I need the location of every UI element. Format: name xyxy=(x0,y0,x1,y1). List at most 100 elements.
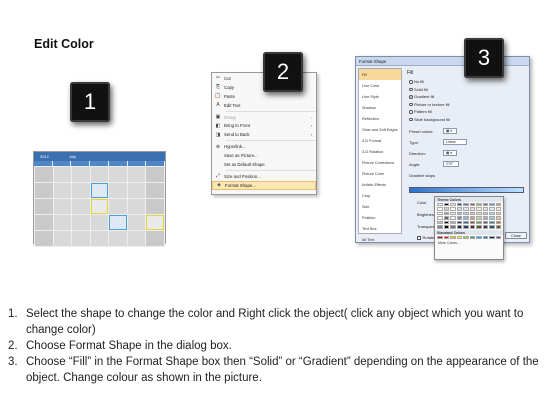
color-swatch[interactable] xyxy=(482,216,488,220)
sidebar-item[interactable]: Reflection xyxy=(359,113,401,124)
color-swatch[interactable] xyxy=(482,236,488,240)
menu-item[interactable]: A Edit Text xyxy=(212,101,316,110)
color-swatch[interactable] xyxy=(450,202,456,206)
color-swatch[interactable] xyxy=(476,202,482,206)
color-swatch[interactable] xyxy=(469,236,475,240)
color-swatch[interactable] xyxy=(482,225,488,229)
menu-item[interactable]: ◨ Send to Back › xyxy=(212,130,316,139)
direction-dropdown[interactable]: ▦ ▾ xyxy=(443,150,457,156)
gradient-stops-bar[interactable] xyxy=(409,187,524,193)
color-swatch[interactable] xyxy=(489,225,495,229)
sidebar-item[interactable]: 3-D Format xyxy=(359,135,401,146)
sidebar-item[interactable]: 3-D Rotation xyxy=(359,146,401,157)
color-swatch[interactable] xyxy=(489,216,495,220)
type-select[interactable]: Linear xyxy=(443,139,467,145)
fill-option-radio[interactable]: Picture or texture fill xyxy=(409,102,449,107)
color-swatch[interactable] xyxy=(476,225,482,229)
sidebar-item[interactable]: Glow and Soft Edges xyxy=(359,124,401,135)
color-swatch[interactable] xyxy=(437,207,443,211)
sidebar-item[interactable]: Size xyxy=(359,201,401,212)
color-swatch[interactable] xyxy=(437,220,443,225)
color-swatch[interactable] xyxy=(443,225,449,229)
color-swatch[interactable] xyxy=(437,216,443,220)
fill-option-radio[interactable]: Pattern fill xyxy=(409,109,432,114)
sidebar-item[interactable]: Artistic Effects xyxy=(359,179,401,190)
color-swatch[interactable] xyxy=(482,220,488,225)
color-swatch[interactable] xyxy=(456,211,462,216)
menu-item[interactable]: 📋 Paste xyxy=(212,92,316,101)
color-swatch[interactable] xyxy=(482,207,488,211)
color-swatch[interactable] xyxy=(469,202,475,206)
color-swatch[interactable] xyxy=(443,220,449,225)
color-swatch[interactable] xyxy=(437,236,443,240)
color-swatch[interactable] xyxy=(463,216,469,220)
color-swatch[interactable] xyxy=(489,207,495,211)
menu-item[interactable]: ⤢ Size and Position... xyxy=(212,172,316,181)
color-swatch[interactable] xyxy=(489,220,495,225)
menu-item[interactable]: Set as Default Shape xyxy=(212,160,316,169)
color-swatch[interactable] xyxy=(476,207,482,211)
color-swatch[interactable] xyxy=(456,220,462,225)
color-swatch[interactable] xyxy=(463,220,469,225)
color-swatch[interactable] xyxy=(450,207,456,211)
color-swatch[interactable] xyxy=(489,202,495,206)
sidebar-item[interactable]: Fill xyxy=(359,69,401,80)
color-swatch[interactable] xyxy=(443,211,449,216)
color-swatch[interactable] xyxy=(469,207,475,211)
color-swatch[interactable] xyxy=(456,225,462,229)
color-swatch[interactable] xyxy=(476,236,482,240)
menu-item[interactable]: Save as Picture... xyxy=(212,151,316,160)
sidebar-item[interactable]: Line Color xyxy=(359,80,401,91)
color-swatch[interactable] xyxy=(437,225,443,229)
menu-item[interactable]: ⊕ Hyperlink... xyxy=(212,142,316,151)
calendar-shape[interactable]: 2012 July xyxy=(33,151,166,247)
sidebar-item[interactable]: Crop xyxy=(359,190,401,201)
color-swatch[interactable] xyxy=(463,236,469,240)
color-swatch[interactable] xyxy=(476,211,482,216)
color-swatch[interactable] xyxy=(443,202,449,206)
color-swatch[interactable] xyxy=(489,211,495,216)
color-swatch[interactable] xyxy=(443,207,449,211)
color-swatch[interactable] xyxy=(463,207,469,211)
color-swatch[interactable] xyxy=(495,207,501,211)
sidebar-item[interactable]: Shadow xyxy=(359,102,401,113)
menu-item[interactable]: ◈ Format Shape... xyxy=(212,180,316,190)
fill-option-radio[interactable]: Solid fill xyxy=(409,87,428,92)
color-swatch[interactable] xyxy=(476,220,482,225)
color-swatch[interactable] xyxy=(469,220,475,225)
color-swatch[interactable] xyxy=(476,216,482,220)
sidebar-item[interactable]: Position xyxy=(359,212,401,223)
color-swatch[interactable] xyxy=(495,220,501,225)
color-swatch[interactable] xyxy=(463,211,469,216)
preset-colors-dropdown[interactable]: ▦ ▾ xyxy=(443,128,457,134)
color-swatch[interactable] xyxy=(456,202,462,206)
color-swatch[interactable] xyxy=(495,236,501,240)
color-swatch[interactable] xyxy=(443,216,449,220)
sidebar-item[interactable]: Picture Color xyxy=(359,168,401,179)
color-swatch[interactable] xyxy=(450,225,456,229)
color-swatch[interactable] xyxy=(450,211,456,216)
close-button[interactable]: Close xyxy=(505,232,527,239)
fill-option-radio[interactable]: Gradient fill xyxy=(409,94,434,99)
color-swatch[interactable] xyxy=(443,236,449,240)
rotate-checkbox[interactable]: Rotate xyxy=(417,235,434,240)
menu-item[interactable]: ◧ Bring to Front › xyxy=(212,121,316,130)
color-swatch[interactable] xyxy=(463,202,469,206)
color-swatch[interactable] xyxy=(450,236,456,240)
color-swatch[interactable] xyxy=(456,207,462,211)
fill-option-radio[interactable]: No fill xyxy=(409,79,424,84)
color-swatch[interactable] xyxy=(456,216,462,220)
color-swatch[interactable] xyxy=(469,211,475,216)
color-swatch[interactable] xyxy=(456,236,462,240)
fill-option-radio[interactable]: Slide background fill xyxy=(409,117,450,122)
color-swatch[interactable] xyxy=(495,211,501,216)
sidebar-item[interactable]: Picture Corrections xyxy=(359,157,401,168)
color-swatch[interactable] xyxy=(469,225,475,229)
menu-item[interactable]: ▣ Group › xyxy=(212,113,316,122)
color-swatch[interactable] xyxy=(469,216,475,220)
color-swatch[interactable] xyxy=(495,225,501,229)
color-swatch[interactable] xyxy=(482,202,488,206)
color-swatch[interactable] xyxy=(495,202,501,206)
sidebar-item[interactable]: Alt Text xyxy=(359,234,401,245)
color-swatch[interactable] xyxy=(489,236,495,240)
